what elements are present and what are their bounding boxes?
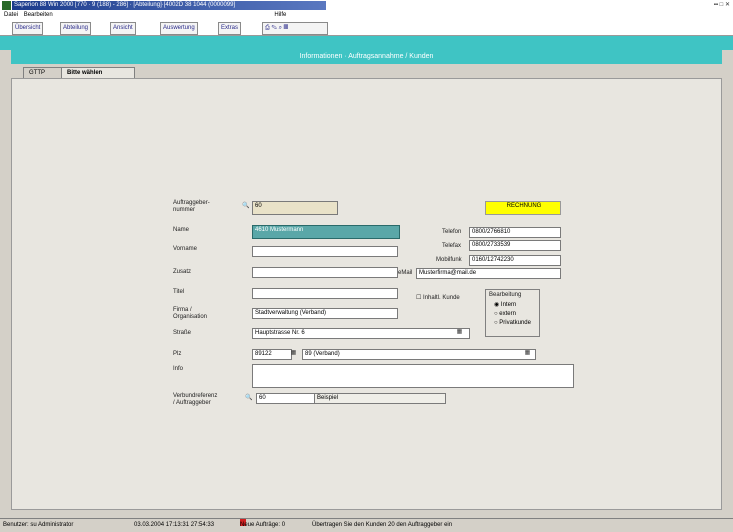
- info-label: Info: [173, 366, 184, 372]
- toolbar: Übersicht Abteilung Ansicht Auswertung E…: [0, 20, 733, 36]
- telefon-field[interactable]: 0800/2766810: [469, 227, 561, 238]
- window-title: Saperion 88 Win 2000 [770 · 9 (188) - 28…: [12, 1, 326, 10]
- telefon-label: Telefon: [442, 229, 462, 235]
- mobil-label: Mobilfunk: [436, 257, 462, 263]
- plz-lookup-icon[interactable]: ▦: [290, 350, 297, 357]
- page-header: Informationen · Auftragsannahme / Kunden: [11, 50, 722, 64]
- name-field[interactable]: 4610 Mustermann: [252, 225, 400, 239]
- zusatz-label: Zusatz: [173, 269, 192, 275]
- status-user: Benutzer: su Administrator: [3, 522, 74, 528]
- name-label: Name: [173, 227, 190, 233]
- toolbar-button-ansicht[interactable]: Ansicht: [110, 22, 136, 35]
- ribbon-bar: [0, 36, 733, 50]
- verbund-search-icon[interactable]: 🔍: [245, 395, 253, 401]
- toolbar-button-auswertung[interactable]: Auswertung: [160, 22, 198, 35]
- title-bar: Saperion 88 Win 2000 [770 · 9 (188) - 28…: [0, 0, 733, 11]
- mobil-field[interactable]: 0160/12742230: [469, 255, 561, 266]
- menu-datei[interactable]: Datei: [4, 12, 18, 18]
- status-datetime: 03.03.2004 17:13:31 27:54:33: [134, 522, 215, 528]
- radio-intern[interactable]: ◉ Intern: [494, 302, 516, 309]
- status-bar: Benutzer: su Administrator 03.03.2004 17…: [0, 518, 733, 532]
- vorname-field[interactable]: [252, 246, 398, 257]
- telefax-field[interactable]: 0800/2733539: [469, 240, 561, 251]
- form-panel: Auftraggeber-nummer 🔍 60 RECHNUNG Name 4…: [11, 78, 722, 510]
- ort-dropdown-icon[interactable]: ▦: [524, 350, 531, 357]
- menu-bar: Datei Bearbeiten Hilfe: [0, 11, 733, 20]
- search-binoculars-icon[interactable]: 🔍: [242, 203, 250, 209]
- auftraggeber-field[interactable]: 60: [252, 201, 338, 215]
- toolbar-button-abteilung[interactable]: Abteilung: [60, 22, 92, 35]
- kunde-checkbox[interactable]: ☐ Inhaltl. Kunde: [416, 295, 460, 302]
- status-message: Übertragen Sie den Kunden 20 den Auftrag…: [312, 522, 453, 528]
- info-textarea[interactable]: [252, 364, 574, 388]
- firma-label: Firma / Organisation: [173, 307, 208, 320]
- zusatz-field[interactable]: [252, 267, 398, 278]
- strasse-dropdown-icon[interactable]: ▦: [456, 329, 463, 336]
- ort-field[interactable]: 89 (Verband): [302, 349, 536, 360]
- auftraggeber-label: Auftraggeber-nummer: [173, 200, 210, 213]
- toolbar-icons[interactable]: ⎙ ✎ ⌕ ▦: [262, 22, 328, 35]
- kunde-checkbox-label: Inhaltl. Kunde: [423, 295, 460, 301]
- telefax-label: Telefax: [442, 243, 462, 249]
- toolbar-button-uebersicht[interactable]: Übersicht: [12, 22, 44, 35]
- menu-hilfe[interactable]: Hilfe: [274, 12, 286, 18]
- firma-field[interactable]: Stadtverwaltung (Verband): [252, 308, 398, 319]
- plz-label: Plz: [173, 351, 182, 357]
- menu-bearbeiten[interactable]: Bearbeiten: [24, 12, 53, 18]
- email-field[interactable]: Musterfirma@mail.de: [416, 268, 561, 279]
- plz-field[interactable]: 89122: [252, 349, 292, 360]
- bearbeitung-group: Bearbeitung ◉ Intern ○ extern ○ Privatku…: [485, 289, 540, 337]
- radio-intern-label: Intern: [500, 302, 517, 308]
- verbund-description: Beispiel: [314, 393, 446, 404]
- titel-label: Titel: [173, 289, 185, 295]
- radio-privatkunde[interactable]: ○ Privatkunde: [494, 320, 531, 327]
- radio-privatkunde-label: Privatkunde: [499, 320, 531, 326]
- status-badge: RECHNUNG: [485, 201, 561, 215]
- strasse-field[interactable]: Hauptstrasse Nr. 6: [252, 328, 470, 339]
- toolbar-button-extras[interactable]: Extras: [218, 22, 242, 35]
- status-new-orders-text: Neue Aufträge: 0: [240, 522, 286, 528]
- window-controls[interactable]: ▪▪ □ ✕: [714, 1, 730, 10]
- radio-extern-label: extern: [499, 311, 516, 317]
- vorname-label: Vorname: [173, 246, 198, 252]
- radio-extern[interactable]: ○ extern: [494, 311, 516, 318]
- titel-field[interactable]: [252, 288, 398, 299]
- email-label: eMail: [398, 270, 413, 276]
- verbund-field[interactable]: 60: [256, 393, 316, 404]
- strasse-label: Straße: [173, 330, 192, 336]
- bearbeitung-group-label: Bearbeitung: [489, 292, 522, 298]
- verbund-label: Verbundreferenz / Auftraggeber: [173, 393, 218, 406]
- app-icon: [2, 1, 11, 10]
